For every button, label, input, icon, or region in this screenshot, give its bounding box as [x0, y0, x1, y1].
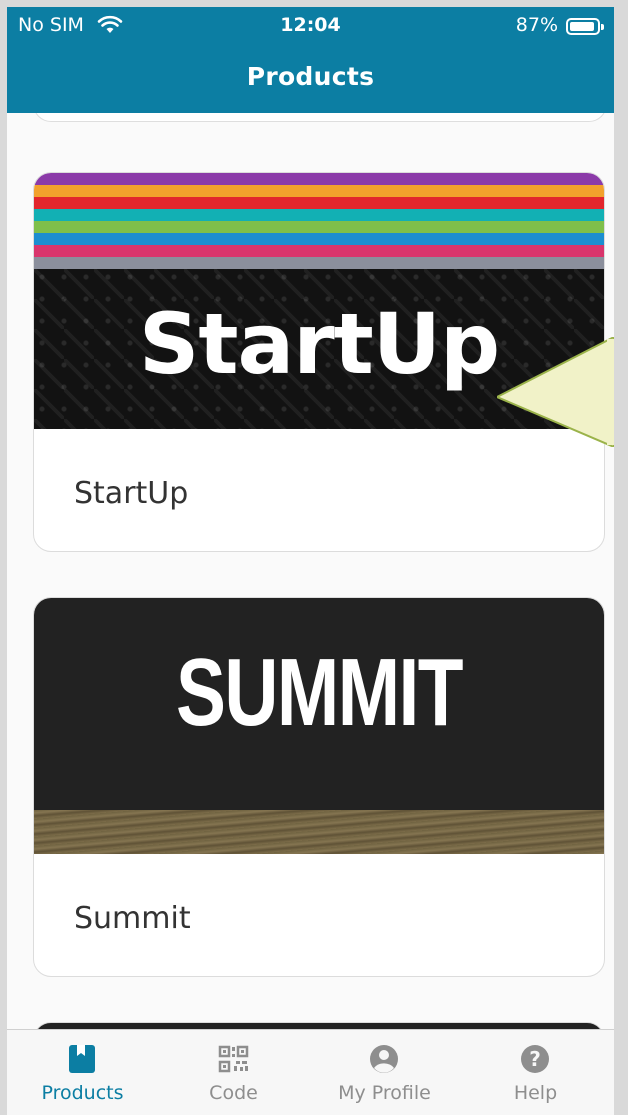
status-bar: No SIM 12:04 87% — [7, 7, 614, 45]
startup-color-stripes — [34, 173, 604, 269]
battery-icon — [566, 18, 604, 35]
color-stripe — [34, 245, 604, 257]
battery-percentage: 87% — [515, 14, 558, 36]
tab-label: Code — [209, 1082, 258, 1104]
callout-pointer — [497, 337, 614, 447]
page-title: Products — [246, 62, 375, 91]
app-screen: StartUp StartUp SUMMIT Summit No SIM 12:… — [7, 7, 614, 1115]
tab-label: Help — [513, 1082, 558, 1104]
user-circle-icon — [370, 1045, 398, 1073]
color-stripe — [34, 185, 604, 197]
app-header: No SIM 12:04 87% Products — [7, 7, 614, 113]
color-stripe — [34, 197, 604, 209]
product-name: Summit — [74, 901, 191, 936]
color-stripe — [34, 173, 604, 185]
color-stripe — [34, 257, 604, 269]
color-stripe — [34, 209, 604, 221]
book-icon — [69, 1045, 95, 1073]
tab-code[interactable]: Code — [158, 1030, 309, 1115]
color-stripe — [34, 233, 604, 245]
bottom-tab-bar: Products Code My Profile ? Help — [7, 1029, 614, 1115]
tab-label: My Profile — [338, 1082, 431, 1104]
tab-label: Products — [41, 1082, 124, 1104]
summit-banner-text: SUMMIT — [176, 639, 464, 746]
tab-my-profile[interactable]: My Profile — [309, 1030, 460, 1115]
color-stripe — [34, 221, 604, 233]
tab-help[interactable]: ? Help — [460, 1030, 611, 1115]
help-circle-icon: ? — [521, 1045, 549, 1073]
qr-code-icon — [218, 1045, 249, 1073]
summit-wood-strip — [34, 810, 604, 854]
product-name: StartUp — [74, 476, 189, 511]
product-card-summit[interactable]: SUMMIT Summit — [33, 597, 605, 977]
summit-banner: SUMMIT — [34, 598, 604, 810]
svg-text:?: ? — [529, 1047, 541, 1071]
tab-products[interactable]: Products — [7, 1030, 158, 1115]
